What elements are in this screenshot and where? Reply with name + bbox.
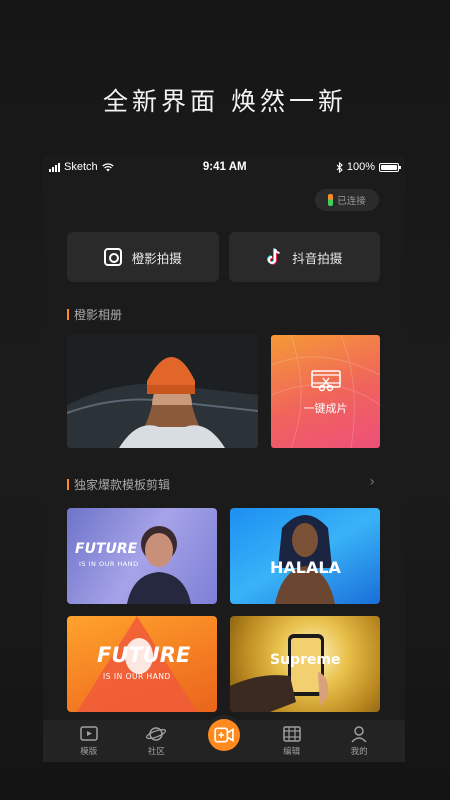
tab-label: 模版 bbox=[80, 747, 98, 757]
add-video-icon bbox=[214, 727, 234, 743]
template-section-title: 独家爆款模板剪辑 bbox=[67, 476, 170, 493]
battery-percent: 100% bbox=[346, 161, 375, 173]
camera-icon bbox=[103, 248, 122, 266]
battery-icon bbox=[378, 162, 401, 172]
phone-screen: Sketch 9:41 AM 100% 已连接 橙影拍摄 抖音拍摄 橙影相册 一… bbox=[43, 156, 405, 762]
tab-label: 编辑 bbox=[283, 747, 301, 757]
headline: 全新界面 焕然一新 bbox=[103, 87, 347, 116]
template-title: FUTURE bbox=[75, 541, 138, 557]
template-icon bbox=[80, 726, 98, 741]
template-title: FUTURE bbox=[97, 643, 191, 667]
douyin-shoot-button[interactable]: 抖音拍摄 bbox=[228, 232, 380, 282]
template-grid: FUTURE IS IN OUR HAND HALALA FUTURE IS I… bbox=[67, 508, 380, 712]
connection-status-badge[interactable]: 已连接 bbox=[315, 189, 379, 211]
template-card-supreme[interactable]: Supreme bbox=[230, 616, 380, 712]
template-title: Supreme bbox=[270, 652, 341, 668]
template-card-future-1[interactable]: FUTURE IS IN OUR HAND bbox=[67, 508, 217, 604]
album-photo[interactable] bbox=[67, 335, 258, 448]
album-photo-image bbox=[67, 335, 258, 448]
template-card-halala[interactable]: HALALA bbox=[230, 508, 380, 604]
one-click-create-card[interactable]: 一键成片 bbox=[271, 335, 380, 448]
device-icon bbox=[328, 194, 334, 206]
create-button[interactable] bbox=[207, 719, 240, 751]
signal-icon bbox=[49, 162, 60, 172]
bottom-tab-bar: 模版 社区 编辑 我的 bbox=[43, 719, 405, 762]
scissors-film-icon bbox=[310, 369, 341, 391]
shoot-buttons: 橙影拍摄 抖音拍摄 bbox=[67, 232, 380, 282]
film-icon bbox=[282, 726, 301, 742]
tab-create[interactable] bbox=[202, 719, 246, 751]
planet-icon bbox=[146, 727, 167, 741]
tab-profile[interactable]: 我的 bbox=[337, 725, 381, 757]
wifi-icon bbox=[101, 162, 114, 171]
user-icon bbox=[351, 726, 367, 743]
template-card-future-2[interactable]: FUTURE IS IN OUR HAND bbox=[67, 616, 217, 712]
tab-community[interactable]: 社区 bbox=[134, 725, 178, 757]
tab-edit[interactable]: 编辑 bbox=[270, 725, 314, 757]
connection-status-label: 已连接 bbox=[337, 196, 366, 207]
tab-templates[interactable]: 模版 bbox=[67, 725, 111, 757]
album-section-title: 橙影相册 bbox=[67, 306, 122, 323]
template-title: HALALA bbox=[270, 558, 341, 577]
shoot-button-label: 抖音拍摄 bbox=[292, 250, 343, 266]
template-portrait bbox=[275, 515, 335, 604]
status-bar: Sketch 9:41 AM 100% bbox=[43, 156, 405, 178]
tab-label: 我的 bbox=[350, 747, 368, 757]
template-subtitle: IS IN OUR HAND bbox=[103, 672, 171, 681]
clock: 9:41 AM bbox=[202, 161, 247, 173]
one-click-create-label: 一键成片 bbox=[303, 401, 348, 415]
carrier-label: Sketch bbox=[64, 161, 98, 173]
chengying-shoot-button[interactable]: 橙影拍摄 bbox=[67, 232, 219, 282]
tiktok-icon bbox=[267, 248, 280, 265]
album-row: 一键成片 bbox=[67, 335, 380, 448]
chevron-right-icon[interactable]: › bbox=[369, 474, 375, 490]
shoot-button-label: 橙影拍摄 bbox=[131, 250, 182, 266]
template-subtitle: IS IN OUR HAND bbox=[79, 560, 139, 568]
card-pattern bbox=[271, 335, 380, 448]
tab-label: 社区 bbox=[147, 747, 165, 757]
bluetooth-icon bbox=[336, 161, 343, 173]
